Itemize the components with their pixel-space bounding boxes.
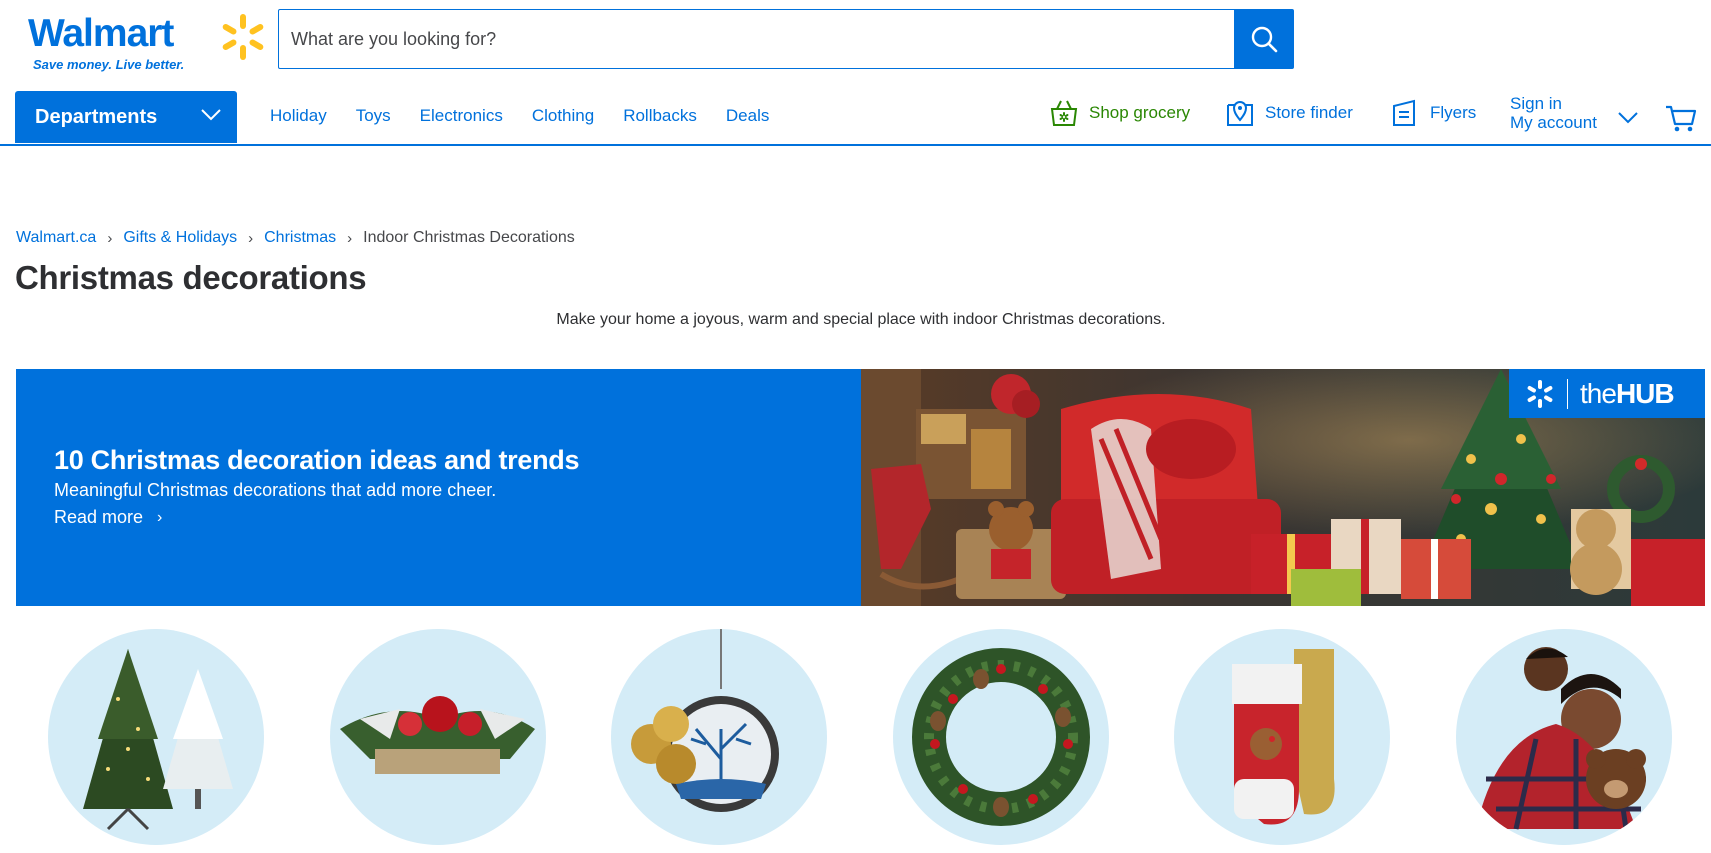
flyer-icon — [1393, 99, 1415, 126]
read-more-label: Read more — [54, 507, 144, 527]
badge-the: the — [1580, 377, 1617, 409]
cart-icon[interactable] — [1665, 102, 1697, 134]
search-icon — [1251, 26, 1277, 53]
breadcrumb-link-home[interactable]: Walmart.ca — [16, 229, 96, 247]
breadcrumb-current: Indoor Christmas Decorations — [363, 229, 575, 246]
ornaments-image — [631, 629, 779, 812]
page-description: Make your home a joyous, warm and specia… — [556, 311, 1166, 328]
category-christmas-trees[interactable] — [48, 629, 264, 845]
nav-link-deals[interactable]: Deals — [726, 106, 769, 126]
account-menu[interactable]: Sign in My account — [1510, 94, 1638, 132]
nav-link-clothing[interactable]: Clothing — [532, 106, 594, 126]
store-finder-label: Store finder — [1265, 103, 1353, 122]
walmart-logo[interactable]: Walmart Save money. Live better. — [28, 12, 264, 72]
sign-in-label: Sign in — [1510, 94, 1562, 113]
banner-text: 10 Christmas decoration ideas and trends… — [54, 445, 579, 528]
shop-grocery-link[interactable]: Shop grocery — [1049, 98, 1190, 128]
stockings-image — [1232, 649, 1335, 825]
breadcrumb-separator-icon: › — [248, 229, 254, 247]
search-bar — [278, 9, 1294, 69]
banner-title: 10 Christmas decoration ideas and trends — [54, 445, 580, 475]
nav-links: Holiday Toys Electronics Clothing Rollba… — [270, 106, 798, 126]
category-centerpieces[interactable] — [330, 629, 546, 845]
departments-button[interactable]: Departments — [15, 91, 237, 143]
spark-icon — [1527, 379, 1553, 408]
read-more-link[interactable]: Read more › — [54, 507, 579, 528]
main-navigation: Departments Holiday Toys Electronics Clo… — [0, 90, 1711, 146]
logo-tagline: Save money. Live better. — [33, 57, 185, 72]
category-ornaments[interactable] — [611, 629, 827, 845]
breadcrumb-separator-icon: › — [347, 229, 353, 247]
my-account-label: My account — [1510, 113, 1597, 132]
category-carousel — [0, 629, 1711, 853]
grocery-basket-icon — [1050, 100, 1078, 126]
breadcrumb-separator-icon: › — [107, 229, 113, 247]
breadcrumb-link-christmas[interactable]: Christmas — [264, 229, 336, 247]
flyers-link[interactable]: Flyers — [1390, 98, 1476, 128]
wreath-image — [912, 648, 1090, 826]
store-finder-link[interactable]: Store finder — [1225, 98, 1353, 128]
breadcrumb: Walmart.ca › Gifts & Holidays › Christma… — [16, 229, 575, 247]
shop-grocery-label: Shop grocery — [1089, 103, 1191, 122]
page-title: Christmas decorations — [15, 259, 367, 296]
pajamas-image — [1476, 647, 1646, 830]
flyers-label: Flyers — [1430, 103, 1477, 122]
nav-link-rollbacks[interactable]: Rollbacks — [623, 106, 697, 126]
the-hub-badge: the HUB — [1509, 369, 1705, 418]
badge-divider — [1567, 378, 1568, 409]
hub-banner[interactable]: 10 Christmas decoration ideas and trends… — [16, 369, 1705, 606]
store-pin-icon — [1227, 101, 1253, 126]
category-christmas-pajamas[interactable] — [1456, 629, 1672, 845]
chevron-down-icon — [1618, 112, 1638, 124]
nav-link-holiday[interactable]: Holiday — [270, 106, 327, 126]
nav-link-electronics[interactable]: Electronics — [420, 106, 503, 126]
search-input[interactable] — [279, 10, 1235, 68]
nav-link-toys[interactable]: Toys — [356, 106, 391, 126]
breadcrumb-link-gifts[interactable]: Gifts & Holidays — [123, 229, 237, 247]
search-button[interactable] — [1234, 10, 1293, 68]
banner-subtitle: Meaningful Christmas decorations that ad… — [54, 480, 497, 500]
category-wreaths[interactable] — [893, 629, 1109, 845]
departments-label: Departments — [35, 105, 158, 128]
category-stockings[interactable] — [1174, 629, 1390, 845]
christmas-trees-image — [83, 649, 233, 831]
badge-hub: HUB — [1615, 377, 1675, 409]
centerpiece-image — [340, 696, 535, 774]
chevron-down-icon — [201, 109, 221, 121]
spark-icon — [222, 14, 264, 60]
logo-wordmark: Walmart — [28, 12, 174, 55]
chevron-right-icon: › — [157, 508, 163, 526]
